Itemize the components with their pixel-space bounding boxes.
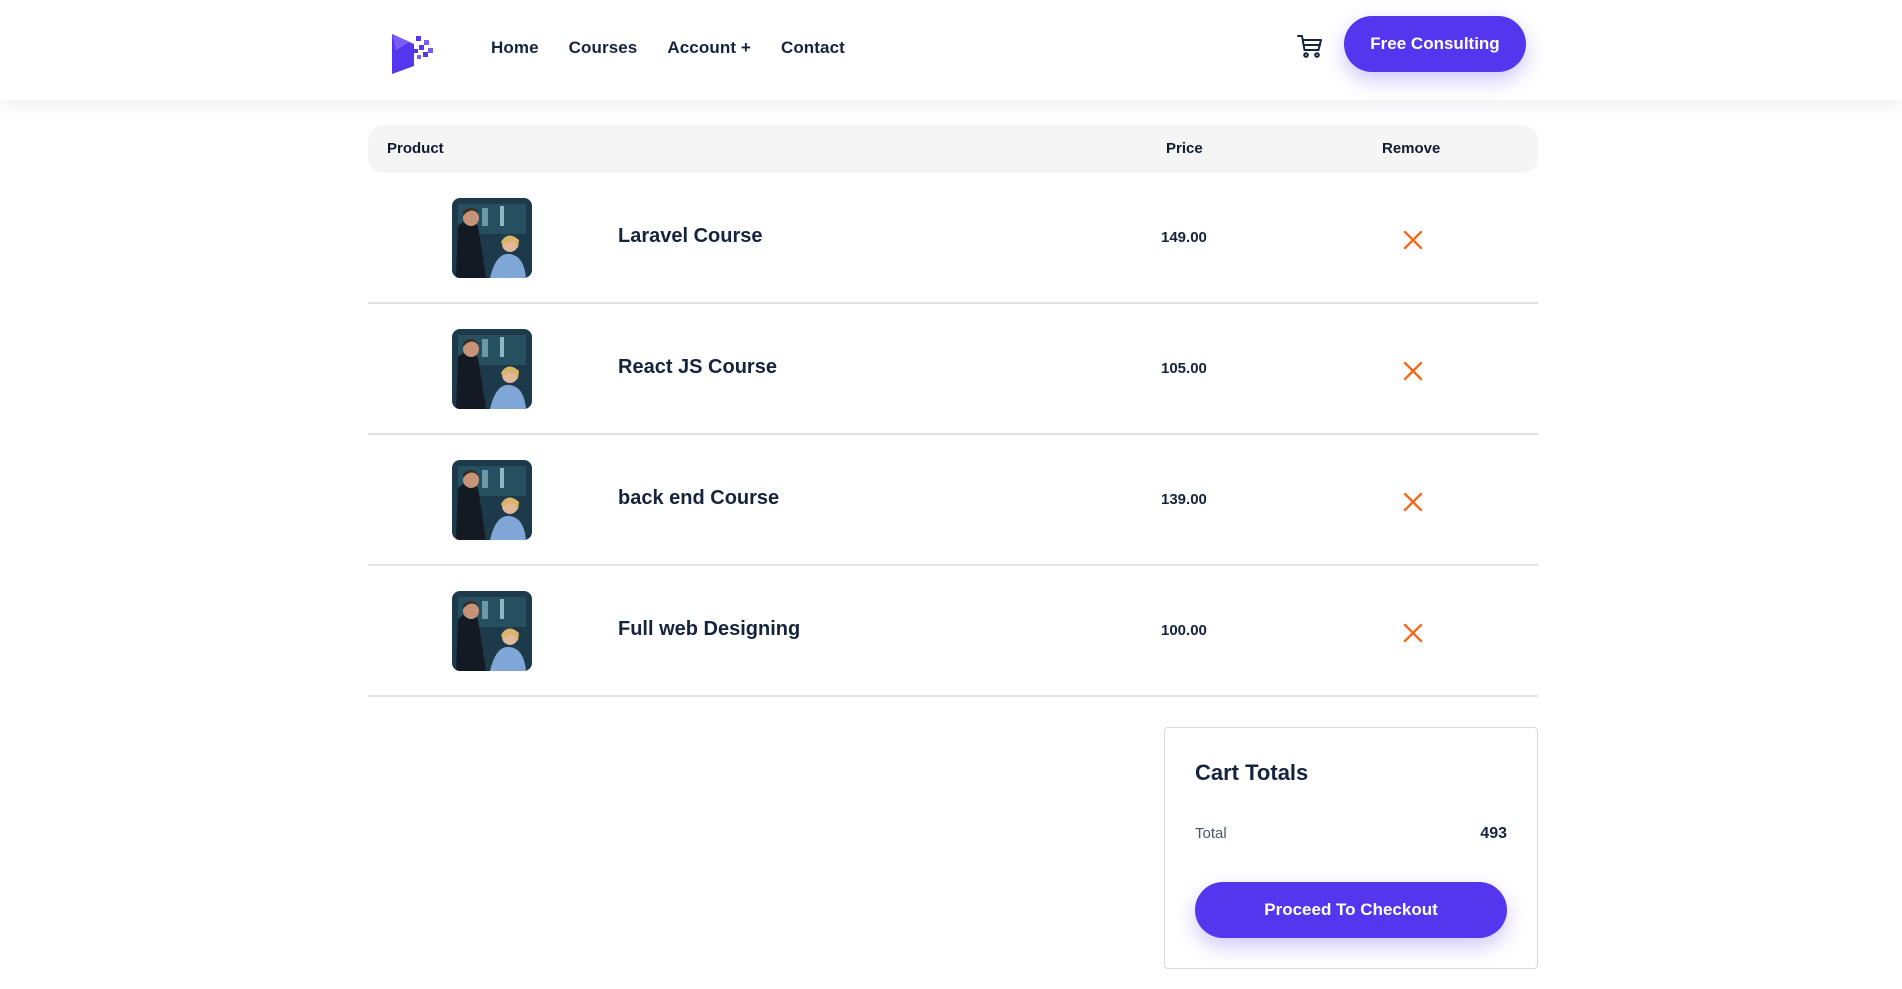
remove-icon[interactable] [1402, 491, 1424, 513]
product-thumbnail [452, 460, 532, 540]
site-header: Home Courses Account + Contact Free Cons… [0, 0, 1902, 100]
free-consulting-button[interactable]: Free Consulting [1344, 16, 1526, 72]
main-nav: Home Courses Account + Contact [491, 38, 845, 58]
cart-row: Full web Designing 100.00 [368, 566, 1538, 697]
cart-table-header: Product Price Remove [368, 125, 1538, 173]
product-price: 139.00 [1161, 491, 1207, 508]
product-price: 149.00 [1161, 229, 1207, 246]
product-name[interactable]: back end Course [618, 487, 779, 510]
total-label: Total [1195, 825, 1227, 842]
product-thumbnail [452, 198, 532, 278]
cart-row: back end Course 139.00 [368, 435, 1538, 566]
header-price: Price [1166, 140, 1203, 157]
header-remove: Remove [1382, 140, 1441, 157]
cart-row: Laravel Course 149.00 [368, 173, 1538, 304]
nav-account[interactable]: Account + [667, 38, 751, 58]
product-price: 105.00 [1161, 360, 1207, 377]
remove-icon[interactable] [1402, 360, 1424, 382]
header-product: Product [387, 140, 444, 157]
shopping-cart-icon[interactable] [1296, 32, 1324, 60]
product-name[interactable]: Full web Designing [618, 618, 800, 641]
brand-logo[interactable] [388, 28, 434, 74]
nav-courses[interactable]: Courses [569, 38, 638, 58]
product-price: 100.00 [1161, 622, 1207, 639]
product-name[interactable]: React JS Course [618, 356, 777, 379]
cart-totals-title: Cart Totals [1195, 760, 1309, 785]
nav-home[interactable]: Home [491, 38, 539, 58]
product-thumbnail [452, 591, 532, 671]
product-thumbnail [452, 329, 532, 409]
remove-icon[interactable] [1402, 229, 1424, 251]
remove-icon[interactable] [1402, 622, 1424, 644]
total-value: 493 [1480, 825, 1507, 842]
nav-contact[interactable]: Contact [781, 38, 845, 58]
proceed-to-checkout-button[interactable]: Proceed To Checkout [1195, 882, 1507, 938]
cart-totals-panel: Cart Totals Total 493 Proceed To Checkou… [1164, 727, 1538, 969]
cart-row: React JS Course 105.00 [368, 304, 1538, 435]
product-name[interactable]: Laravel Course [618, 225, 763, 248]
